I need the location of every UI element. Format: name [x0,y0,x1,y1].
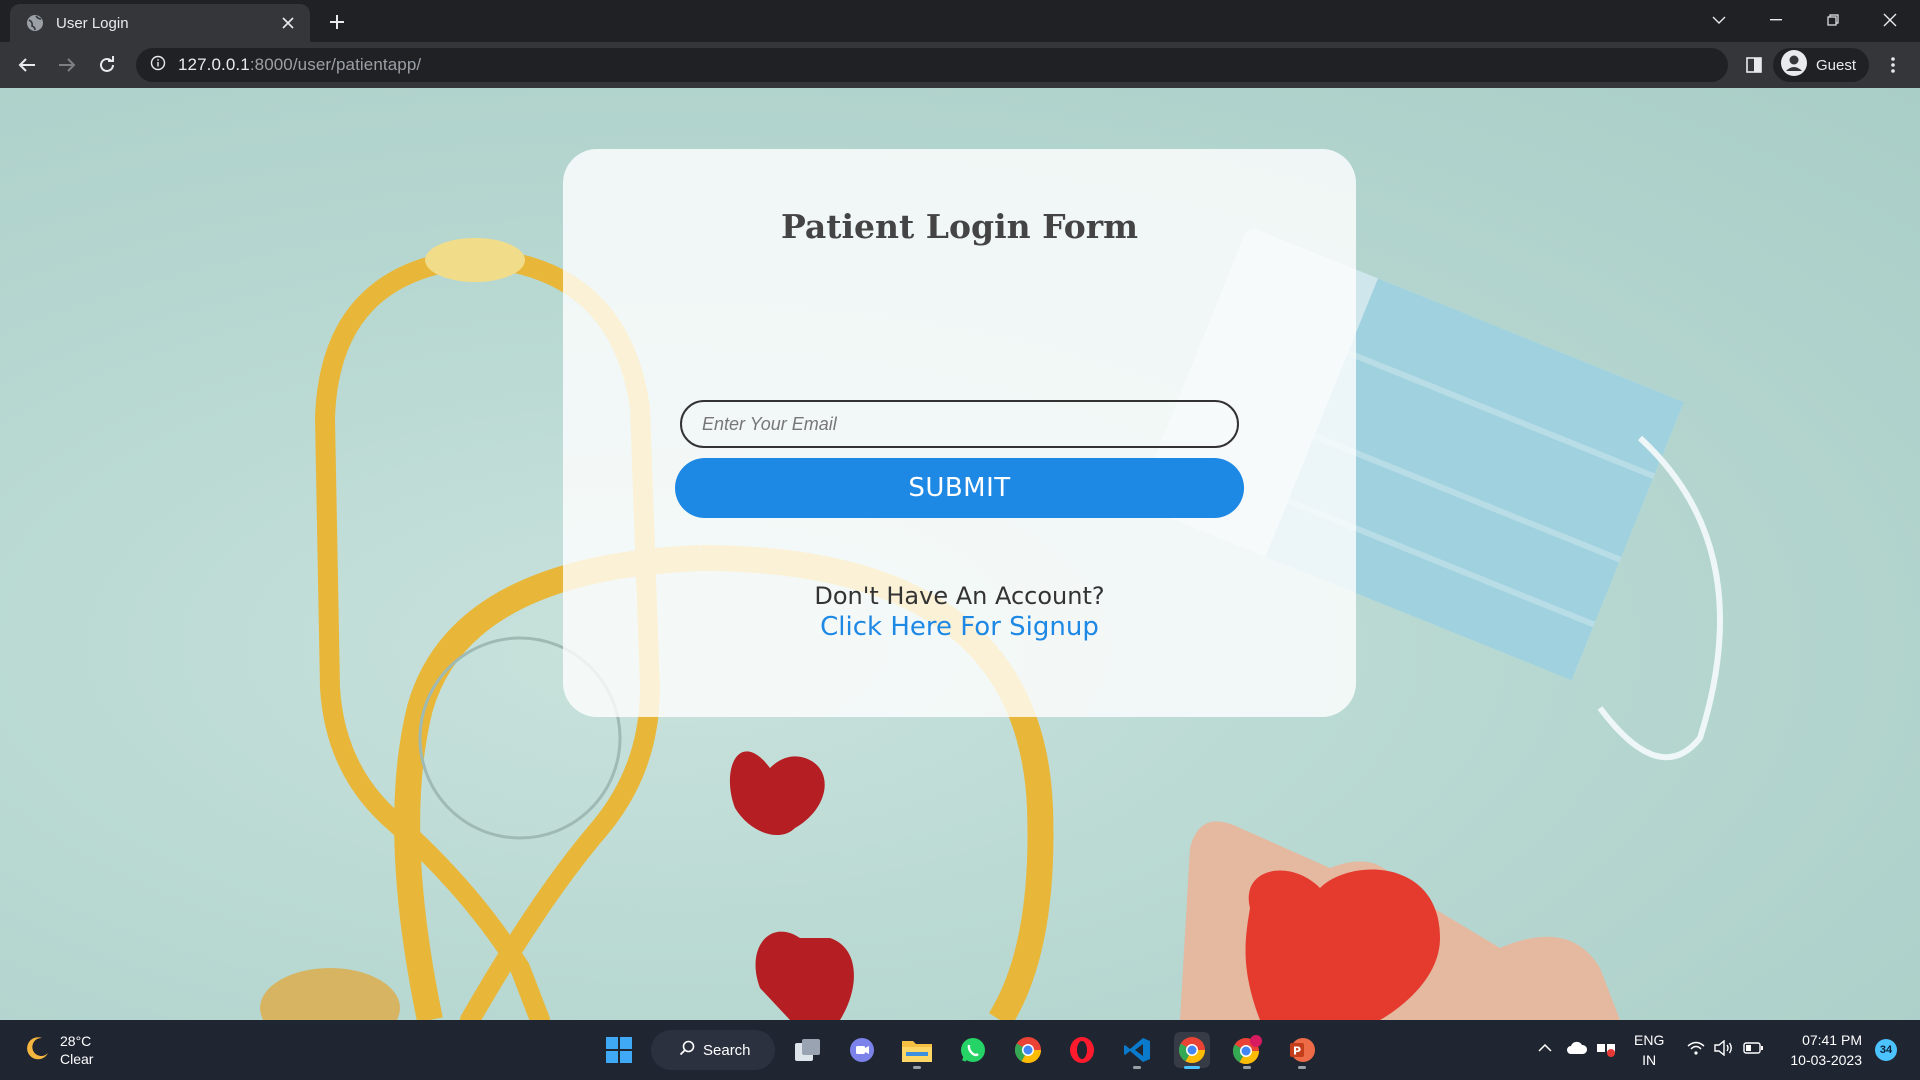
chrome-icon[interactable] [1010,1032,1046,1068]
site-info-icon[interactable] [150,55,166,76]
active-indicator [1184,1066,1200,1069]
start-icon[interactable] [601,1032,637,1068]
email-field[interactable] [680,400,1239,448]
back-arrow-icon[interactable] [13,51,41,79]
kebab-menu-icon[interactable] [1879,51,1907,79]
chrome-active-icon[interactable] [1174,1032,1210,1069]
whatsapp-icon[interactable] [955,1032,991,1068]
submit-button[interactable]: SUBMIT [675,458,1244,518]
volume-icon[interactable] [1713,1038,1735,1058]
minimize-icon[interactable] [1754,6,1798,34]
restore-icon[interactable] [1811,6,1855,34]
weather-temp: 28°C [60,1033,92,1049]
side-panel-icon[interactable] [1740,51,1768,79]
signup-link[interactable]: Click Here For Signup [563,612,1356,642]
new-tab-button[interactable] [325,10,349,34]
vscode-icon[interactable] [1119,1032,1155,1069]
chrome-profile-icon[interactable] [1229,1032,1265,1069]
url-path: :8000/user/patientapp/ [249,55,422,74]
opera-icon[interactable] [1064,1032,1100,1068]
url-host: 127.0.0.1 [178,55,250,74]
login-card: Patient Login Form SUBMIT Don't Have An … [563,149,1356,717]
forward-arrow-icon[interactable] [53,51,81,79]
search-icon [679,1040,695,1061]
browser-tab-active[interactable]: User Login [10,4,310,42]
svg-text:P: P [1293,1045,1301,1058]
globe-icon [26,14,44,32]
file-explorer-icon[interactable] [899,1032,935,1069]
wifi-icon[interactable] [1685,1038,1707,1058]
running-indicator [1243,1066,1251,1069]
browser-tabstrip: User Login [0,0,1920,42]
no-account-text: Don't Have An Account? [814,582,1105,610]
clock-time: 07:41 PM [1802,1032,1862,1048]
chevron-up-icon[interactable] [1536,1038,1554,1058]
system-clock[interactable]: 07:41 PM 10-03-2023 [1778,1030,1862,1070]
weather-widget[interactable]: 28°C Clear [24,1032,93,1068]
page-title: Patient Login Form [780,207,1139,246]
battery-icon[interactable] [1742,1038,1764,1058]
lang-line2: IN [1642,1052,1657,1068]
reload-icon[interactable] [93,51,121,79]
profile-button[interactable]: Guest [1773,48,1869,82]
running-indicator [1298,1066,1306,1069]
close-window-icon[interactable] [1868,6,1912,34]
tray-app-icon[interactable] [1594,1038,1618,1058]
running-indicator [1133,1066,1141,1069]
clock-date: 10-03-2023 [1790,1052,1862,1068]
tab-search-icon[interactable] [1697,6,1741,34]
running-indicator [913,1066,921,1069]
powerpoint-icon[interactable]: P [1284,1032,1320,1069]
teams-icon[interactable] [844,1032,880,1068]
url-text: 127.0.0.1:8000/user/patientapp/ [178,55,421,75]
page-viewport: Patient Login Form SUBMIT Don't Have An … [0,88,1920,1020]
language-indicator[interactable]: ENG IN [1634,1030,1664,1070]
address-bar[interactable]: 127.0.0.1:8000/user/patientapp/ [136,48,1728,82]
close-tab-icon[interactable] [278,13,298,33]
tab-title: User Login [56,14,129,32]
taskbar-search[interactable]: Search [651,1030,775,1070]
lang-line1: ENG [1634,1032,1665,1048]
moon-icon [24,1035,50,1066]
windows-taskbar: 28°C Clear Search P ENG IN 07:41 PM 10-0… [0,1020,1920,1080]
task-view-icon[interactable] [790,1032,826,1068]
browser-toolbar: 127.0.0.1:8000/user/patientapp/ Guest [0,42,1920,88]
profile-label: Guest [1816,56,1857,74]
search-label: Search [703,1041,751,1059]
avatar-icon [1781,49,1807,81]
onedrive-icon[interactable] [1565,1038,1589,1058]
weather-desc: Clear [60,1051,94,1067]
notification-badge[interactable]: 34 [1875,1039,1897,1061]
